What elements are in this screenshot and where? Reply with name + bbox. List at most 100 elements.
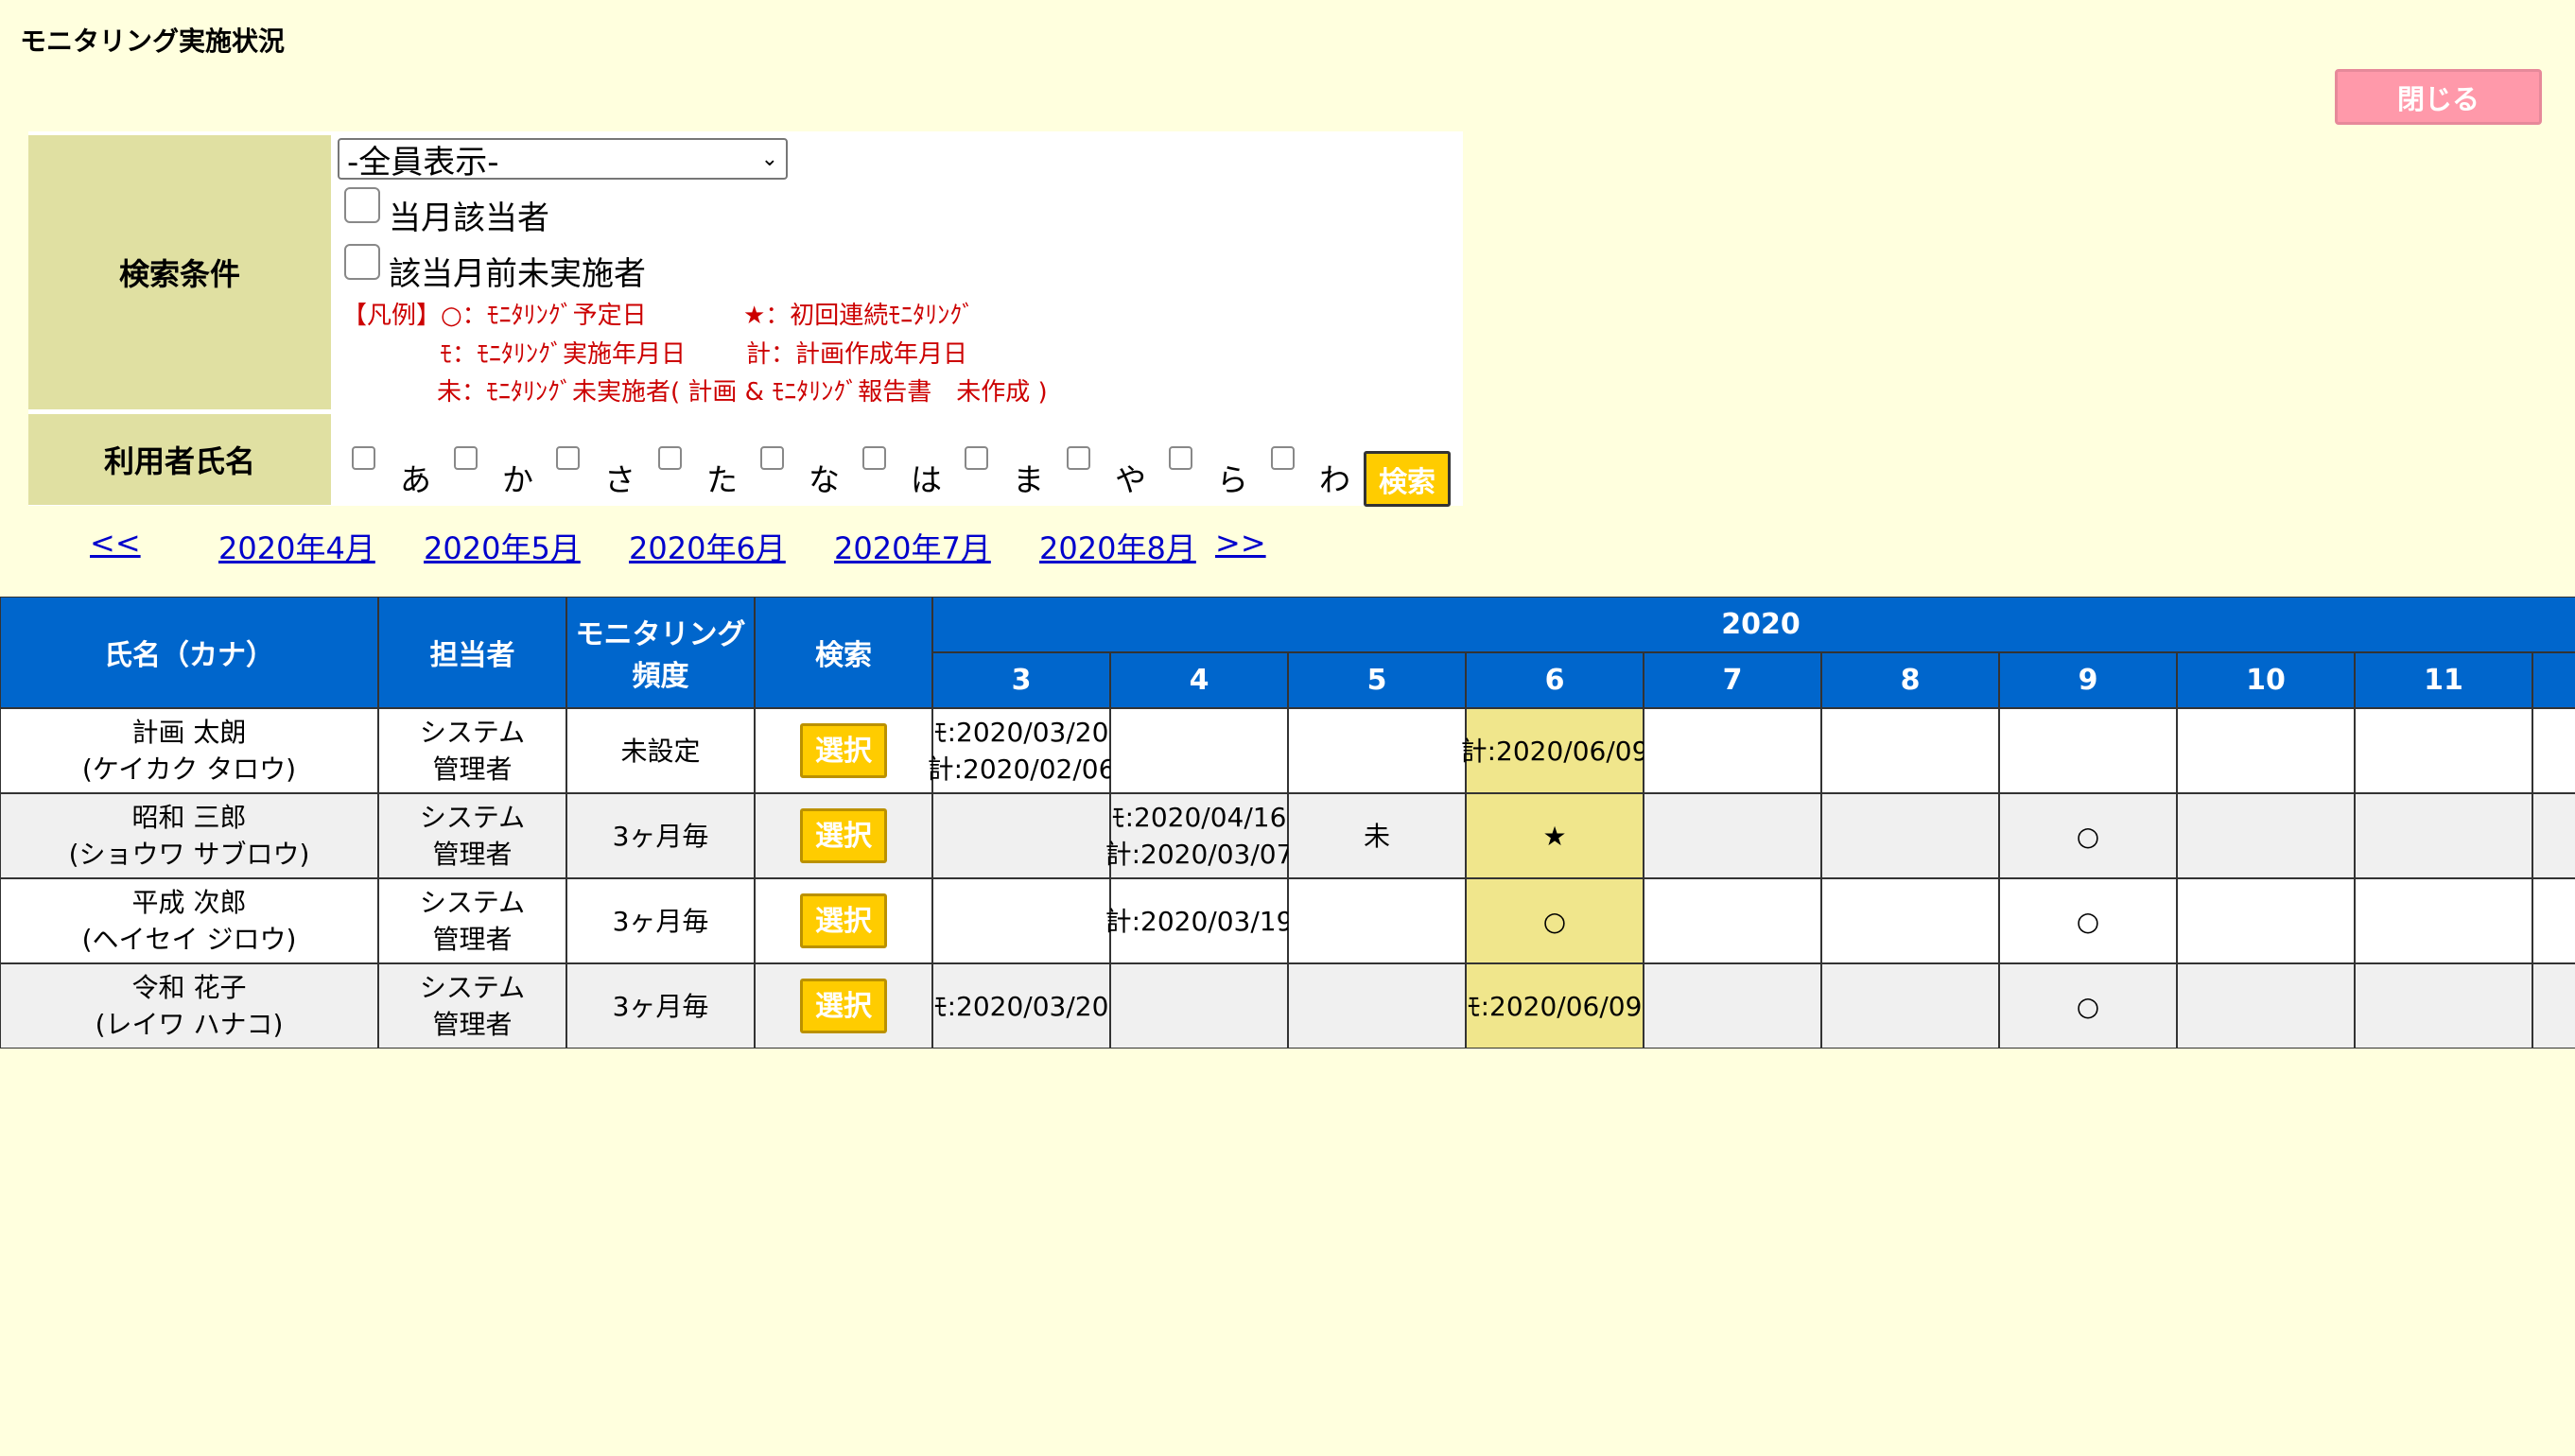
row-1-month-6-line-0: ★ [1542, 820, 1567, 852]
current-month-checkbox[interactable] [344, 187, 380, 223]
page-title: モニタリング実施状況 [20, 26, 286, 57]
kana-label-2: さ [604, 461, 635, 498]
kana-checkbox-4[interactable] [760, 446, 784, 470]
row-0-month-11 [2355, 708, 2532, 793]
kana-checkbox-0[interactable] [352, 446, 375, 470]
legend-line2-b: 計：計画作成年月日 [746, 340, 968, 369]
kana-label-6: ま [1013, 461, 1044, 498]
row-2-month-11 [2355, 878, 2532, 963]
kana-checkbox-9[interactable] [1271, 446, 1295, 470]
kana-checkbox-8[interactable] [1169, 446, 1192, 470]
month-link-0[interactable]: 2020年4月 [218, 525, 375, 568]
row-1-month-5: 未 [1288, 793, 1466, 878]
row-0-name-line-1: (ケイカク タロウ) [81, 754, 297, 785]
row-0-staff-line-1: 管理者 [432, 754, 513, 785]
header-month-5: 5 [1288, 652, 1466, 708]
row-3-month-3-line-0: ﾓ:2020/03/20 [933, 990, 1109, 1022]
header-frequency-line-1: 頻度 [632, 660, 689, 693]
row-1-month-10 [2177, 793, 2355, 878]
legend-line1-a: 【凡例】○：ﾓﾆﾀﾘﾝｸﾞ予定日 [342, 302, 647, 330]
chevron-down-icon: ⌄ [760, 147, 778, 171]
month-link-3[interactable]: 2020年7月 [834, 525, 991, 568]
header-search: 検索 [755, 597, 932, 708]
kana-label-3: た [706, 461, 738, 498]
row-1-month-5-line-0: 未 [1363, 820, 1390, 852]
header-month-overflow [2532, 652, 2575, 708]
row-1-month-4-line-1: 計:2020/03/07 [1105, 839, 1294, 870]
user-filter-select[interactable]: -全員表示- ⌄ [338, 138, 788, 182]
row-1-select-button[interactable]: 選択 [800, 808, 887, 863]
legend-line1-b: ★：初回連続ﾓﾆﾀﾘﾝｸﾞ [743, 302, 975, 330]
row-2-month-9: ○ [1999, 878, 2177, 963]
header-year: 2020 [932, 597, 2575, 652]
kana-label-0: あ [400, 461, 431, 498]
row-3-name-line-0: 令和 花子 [131, 972, 247, 1003]
row-0-month-3-line-0: ﾓ:2020/03/20 [933, 717, 1109, 748]
row-2-frequency: 3ヶ月毎 [566, 878, 755, 963]
row-2-month-7 [1644, 878, 1821, 963]
kana-checkbox-2[interactable] [556, 446, 580, 470]
row-1-staff-line-0: システム [419, 802, 526, 833]
row-1-name: 昭和 三郎 (ショウワ サブロウ) [0, 793, 378, 878]
kana-label-7: や [1115, 461, 1146, 498]
row-0-month-7 [1644, 708, 1821, 793]
row-2-month-3 [932, 878, 1110, 963]
row-2-name-line-1: (ヘイセイ ジロウ) [81, 924, 297, 955]
row-0-select-button[interactable]: 選択 [800, 723, 887, 778]
month-link-4[interactable]: 2020年8月 [1039, 525, 1196, 568]
month-link-2[interactable]: 2020年6月 [629, 525, 786, 568]
row-0-month-5 [1288, 708, 1466, 793]
row-2-staff-line-1: 管理者 [432, 924, 513, 955]
row-2-month-9-line-0: ○ [2076, 905, 2100, 937]
kana-checkbox-1[interactable] [454, 446, 478, 470]
row-1-month-4: ﾓ:2020/04/16 計:2020/03/07 [1105, 793, 1293, 878]
kana-label-9: わ [1319, 461, 1350, 498]
row-1-month-6: ★ [1466, 793, 1644, 878]
prior-unimplemented-checkbox[interactable] [344, 244, 380, 280]
header-month-3: 3 [932, 652, 1110, 708]
next-months-link[interactable]: >> [1215, 525, 1266, 561]
header-month-6: 6 [1466, 652, 1644, 708]
row-2-select-button[interactable]: 選択 [800, 893, 887, 948]
row-3-select-button[interactable]: 選択 [800, 979, 887, 1033]
row-1-month-11 [2355, 793, 2532, 878]
row-1-month-9: ○ [1999, 793, 2177, 878]
row-0-search-cell: 選択 [755, 708, 932, 793]
month-link-1[interactable]: 2020年5月 [424, 525, 581, 568]
kana-checkbox-7[interactable] [1067, 446, 1090, 470]
row-2-name: 平成 次郎 (ヘイセイ ジロウ) [0, 878, 378, 963]
row-3-month-6-line-0: ﾓ:2020/06/09 [1467, 990, 1643, 1022]
row-1-frequency: 3ヶ月毎 [566, 793, 755, 878]
kana-label-5: は [911, 461, 942, 498]
kana-checkbox-6[interactable] [965, 446, 988, 470]
row-3-name: 令和 花子 (レイワ ハナコ) [0, 963, 378, 1049]
row-3-month-10 [2177, 963, 2355, 1049]
user-name-label: 利用者氏名 [28, 414, 331, 505]
header-staff: 担当者 [378, 597, 566, 708]
row-1-month-9-line-0: ○ [2076, 820, 2100, 852]
row-3-month-5 [1288, 963, 1466, 1049]
kana-checkbox-3[interactable] [658, 446, 682, 470]
row-1-month-8 [1821, 793, 1999, 878]
header-frequency-line-0: モニタリング [575, 618, 746, 651]
kana-label-1: か [502, 461, 533, 498]
row-3-month-6: ﾓ:2020/06/09 [1466, 963, 1644, 1049]
row-3-month-11 [2355, 963, 2532, 1049]
search-button[interactable]: 検索 [1364, 451, 1451, 507]
row-2-month-5 [1288, 878, 1466, 963]
row-2-month-6-line-0: ○ [1542, 905, 1567, 937]
row-3-month-4 [1110, 963, 1288, 1049]
row-3-frequency: 3ヶ月毎 [566, 963, 755, 1049]
prev-months-link[interactable]: << [90, 525, 141, 561]
row-0-month-3-line-1: 計:2020/02/06 [927, 754, 1116, 785]
row-0-staff: システム 管理者 [378, 708, 566, 793]
row-0-month-6: 計:2020/06/09 [1461, 708, 1648, 793]
close-button[interactable]: 閉じる [2335, 69, 2542, 125]
row-1-name-line-1: (ショウワ サブロウ) [68, 839, 310, 870]
kana-checkbox-5[interactable] [862, 446, 886, 470]
header-frequency: モニタリング 頻度 [566, 597, 755, 708]
row-3-month-9-line-0: ○ [2076, 990, 2100, 1022]
row-3-staff-line-1: 管理者 [432, 1009, 513, 1040]
row-2-month-10 [2177, 878, 2355, 963]
header-month-7: 7 [1644, 652, 1821, 708]
